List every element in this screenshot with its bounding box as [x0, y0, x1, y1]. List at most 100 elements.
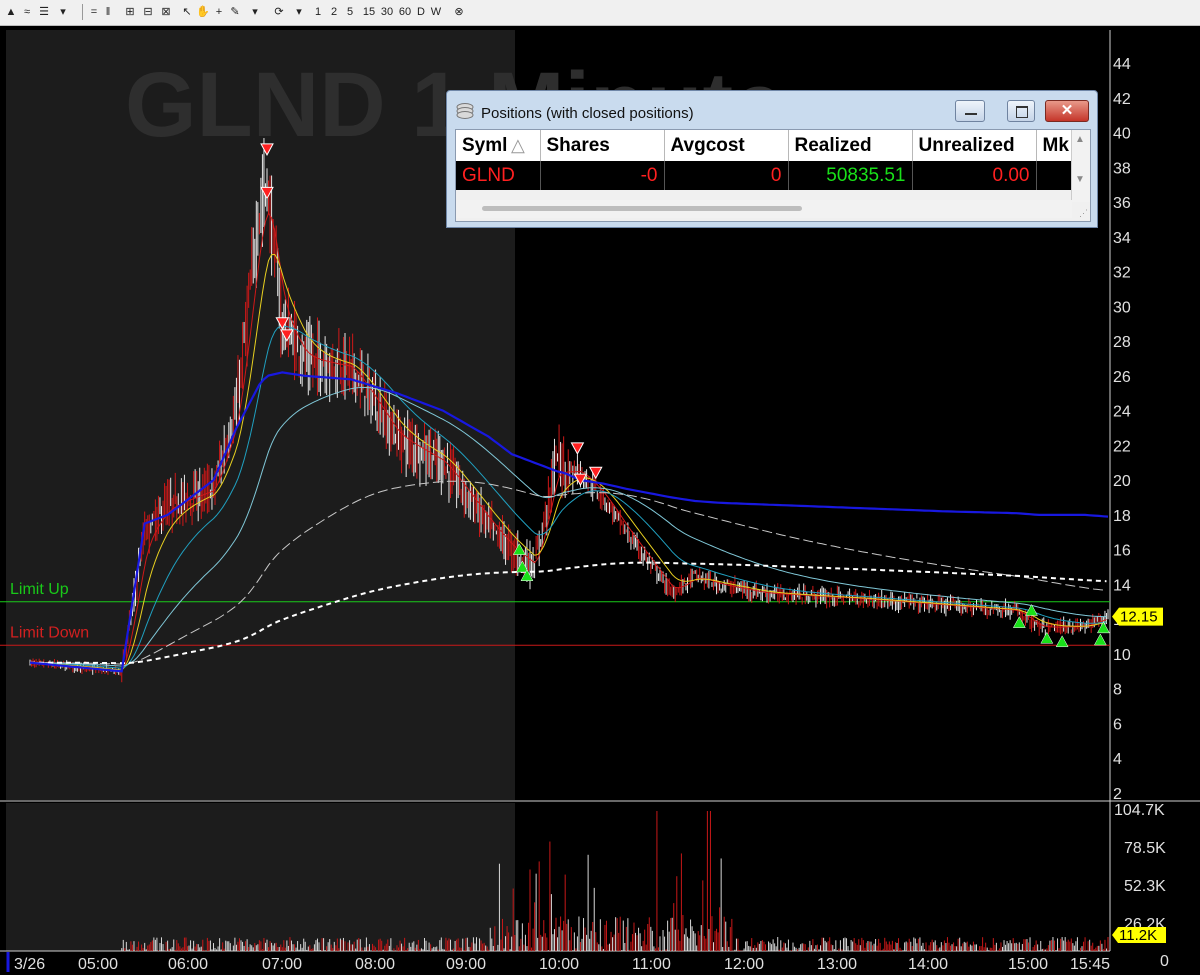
- scroll-up-icon[interactable]: ▲: [1075, 134, 1085, 145]
- interval-daily-button[interactable]: D: [415, 4, 427, 20]
- column-header-shares[interactable]: Shares: [540, 130, 665, 161]
- cross-icon[interactable]: +: [212, 4, 226, 20]
- cell-avgcost[interactable]: 0: [664, 161, 789, 190]
- buy-marker: [1055, 635, 1069, 648]
- horizontal-scroll-thumb[interactable]: [482, 206, 802, 211]
- equals-icon[interactable]: =: [88, 4, 100, 20]
- column-header-mkt[interactable]: Mk: [1036, 130, 1076, 161]
- price-tick-label: 2: [1113, 786, 1122, 803]
- cell-unrealized[interactable]: 0.00: [912, 161, 1037, 190]
- price-tick-label: 14: [1113, 577, 1131, 594]
- interval-5m-button[interactable]: 5: [345, 4, 355, 20]
- hand-icon[interactable]: ✋: [196, 4, 210, 20]
- price-tick-label: 26: [1113, 369, 1131, 386]
- dropdown-arrow-icon[interactable]: ▾: [56, 4, 70, 20]
- time-tick-label: 10:00: [539, 956, 579, 973]
- coins-icon: [456, 103, 474, 119]
- last-volume-badge: 11.2K: [1112, 927, 1166, 944]
- interval-weekly-button[interactable]: W: [429, 4, 443, 20]
- last-price-badge: 12.15: [1112, 607, 1163, 626]
- chart-style-icon[interactable]: ▲: [4, 4, 18, 20]
- cell-realized[interactable]: 50835.51: [788, 161, 913, 190]
- price-tick-label: 34: [1113, 230, 1131, 247]
- time-tick-label: 07:00: [262, 956, 302, 973]
- maximize-button[interactable]: [1007, 100, 1035, 122]
- scroll-down-icon[interactable]: ▼: [1075, 174, 1085, 185]
- interval-1m-button[interactable]: 1: [313, 4, 323, 20]
- crosshair-icon[interactable]: ⊞: [122, 4, 138, 20]
- time-axis: 3/26 05:00 06:00 07:00 08:00 09:00 10:00 11:00 1…: [6, 952, 1110, 973]
- price-tick-label: 16: [1113, 543, 1131, 560]
- sell-marker: [588, 466, 603, 480]
- chart-toolbar: ▲ ≈ ☰ ▾ = ‖ ⊞ ⊟ ⊠ ↖ ✋ + ✎ ▾ ⟳ ▾ 1 2 5 15…: [0, 0, 1200, 26]
- volume-tick-label: 78.5K: [1124, 840, 1166, 857]
- last-volume-value: 11.2K: [1119, 927, 1157, 944]
- column-header-avgcost[interactable]: Avgcost: [664, 130, 789, 161]
- interval-60m-button[interactable]: 60: [397, 4, 413, 20]
- column-header-unrealized[interactable]: Unrealized: [912, 130, 1037, 161]
- time-tick-label: 12:00: [724, 956, 764, 973]
- close-icon: ✕: [1060, 102, 1074, 119]
- draw-dropdown-icon[interactable]: ▾: [248, 4, 262, 20]
- price-tick-label: 28: [1113, 334, 1131, 351]
- cell-shares[interactable]: -0: [540, 161, 665, 190]
- limit-up-label: Limit Up: [10, 581, 69, 598]
- pointer-icon[interactable]: ↖: [180, 4, 194, 20]
- positions-title: Positions (with closed positions): [481, 105, 694, 122]
- time-tick-label: 06:00: [168, 956, 208, 973]
- sort-ascending-icon: △: [511, 135, 525, 155]
- refresh-icon[interactable]: ⟳: [272, 4, 286, 20]
- positions-table: Syml △ Shares Avgcost Realized Unrealize…: [456, 130, 1076, 190]
- cell-mkt[interactable]: [1036, 161, 1076, 190]
- time-tick-label: 15:00: [1008, 956, 1048, 973]
- price-tick-label: 8: [1113, 682, 1122, 699]
- price-tick-label: 30: [1113, 299, 1131, 316]
- sell-marker: [570, 442, 585, 455]
- price-tick-label: 20: [1113, 473, 1131, 490]
- vertical-scrollbar[interactable]: ▲ ▼: [1071, 130, 1090, 202]
- price-tick-label: 44: [1113, 56, 1131, 73]
- interval-dropdown-icon[interactable]: ▾: [292, 4, 306, 20]
- limit-down-label: Limit Down: [10, 624, 89, 641]
- price-tick-label: 10: [1113, 647, 1131, 664]
- minimize-button[interactable]: [955, 100, 985, 122]
- positions-header-row: Syml △ Shares Avgcost Realized Unrealize…: [456, 130, 1076, 161]
- zoom-out-icon[interactable]: ⊠: [158, 4, 174, 20]
- minimize-icon: [965, 113, 977, 115]
- zoom-box-icon[interactable]: ⊟: [140, 4, 156, 20]
- table-row[interactable]: GLND -0 0 50835.51 0.00: [456, 161, 1076, 190]
- price-tick-label: 42: [1113, 91, 1131, 108]
- time-tick-label: 14:00: [908, 956, 948, 973]
- price-tick-label: 24: [1113, 404, 1131, 421]
- cell-symbol[interactable]: GLND: [456, 161, 541, 190]
- column-header-symbol[interactable]: Syml △: [456, 130, 541, 161]
- buy-marker: [1093, 633, 1107, 646]
- column-header-realized[interactable]: Realized: [788, 130, 913, 161]
- pause-icon[interactable]: ‖: [102, 4, 114, 20]
- last-price-value: 12.15: [1120, 609, 1158, 626]
- price-tick-label: 4: [1113, 751, 1122, 768]
- positions-grid: Syml △ Shares Avgcost Realized Unrealize…: [455, 129, 1091, 222]
- time-tick-label: 11:00: [632, 956, 671, 973]
- time-tick-label: 13:00: [817, 956, 857, 973]
- close-chart-icon[interactable]: ⊗: [452, 4, 466, 20]
- interval-2m-button[interactable]: 2: [329, 4, 339, 20]
- volume-tick-label: 52.3K: [1124, 878, 1166, 895]
- time-tick-label: 09:00: [446, 956, 486, 973]
- time-tick-label: 15:45: [1070, 956, 1110, 973]
- line-style-icon[interactable]: ≈: [20, 4, 34, 20]
- interval-15m-button[interactable]: 15: [361, 4, 377, 20]
- interval-30m-button[interactable]: 30: [379, 4, 395, 20]
- horizontal-scrollbar[interactable]: [456, 200, 1072, 218]
- volume-tick-label: 0: [1160, 953, 1169, 970]
- close-button[interactable]: ✕: [1045, 100, 1089, 122]
- bars-icon[interactable]: ☰: [36, 4, 52, 20]
- price-tick-label: 6: [1113, 716, 1122, 733]
- premarket-volume-shading: [6, 803, 515, 951]
- positions-window[interactable]: Positions (with closed positions) ✕ Syml…: [446, 90, 1098, 228]
- pen-icon[interactable]: ✎: [228, 4, 242, 20]
- column-symbol-label: Syml: [462, 134, 508, 156]
- time-tick-label: 3/26: [14, 956, 45, 973]
- resize-grip-icon[interactable]: ⋰: [1079, 208, 1088, 219]
- maximize-icon: [1016, 106, 1028, 118]
